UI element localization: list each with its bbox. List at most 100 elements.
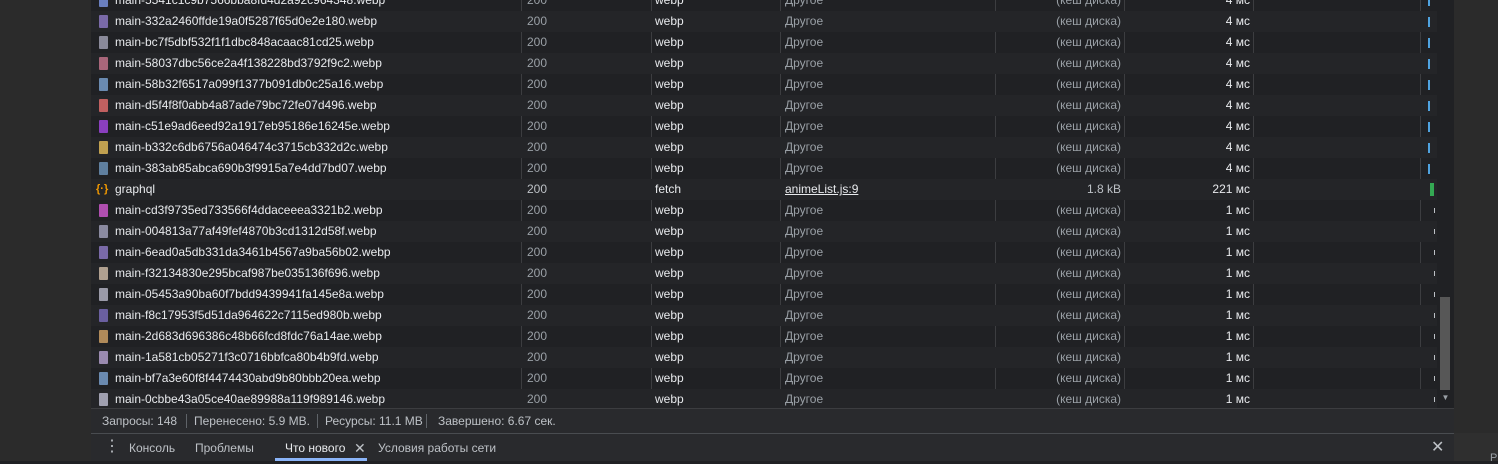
request-row[interactable]: main-bf7a3e60f8f4474430abd9b80bbb20ea.we… <box>91 368 1437 389</box>
waterfall-bar <box>1428 122 1430 132</box>
request-size: (кеш диска) <box>1056 98 1121 112</box>
request-initiator: Другое <box>785 56 824 70</box>
request-time: 4 мс <box>1225 0 1250 7</box>
request-row[interactable]: main-383ab85abca690b3f9915a7e4dd7bd07.we… <box>91 158 1437 179</box>
waterfall-cell <box>1421 11 1435 32</box>
image-thumbnail-icon <box>99 246 108 259</box>
request-name: main-d5f4f8f0abb4a87ade79bc72fe07d496.we… <box>115 98 377 112</box>
network-panel: main-5541c1c9b7566bba8fd4d2a92c964348.we… <box>91 0 1454 461</box>
more-tools-icon[interactable]: ⋮ <box>104 434 120 461</box>
request-time: 1 мс <box>1225 329 1250 343</box>
waterfall-cell <box>1421 389 1435 408</box>
request-type: webp <box>655 203 684 217</box>
request-type: webp <box>655 140 684 154</box>
close-tab-icon[interactable]: ✕ <box>354 434 366 461</box>
waterfall-cell <box>1421 95 1435 116</box>
request-row[interactable]: main-d5f4f8f0abb4a87ade79bc72fe07d496.we… <box>91 95 1437 116</box>
request-row[interactable]: main-b332c6db6756a046474c3715cb332d2c.we… <box>91 137 1437 158</box>
image-thumbnail-icon <box>99 78 108 91</box>
waterfall-bar <box>1434 397 1435 402</box>
request-status: 200 <box>527 56 548 70</box>
waterfall-cell <box>1421 263 1435 284</box>
request-type: webp <box>655 119 684 133</box>
request-type: webp <box>655 56 684 70</box>
request-name: main-58037dbc56ce2a4f138228bd3792f9c2.we… <box>115 56 382 70</box>
image-thumbnail-icon <box>99 204 108 217</box>
request-row[interactable]: main-1a581cb05271f3c0716bbfca80b4b9fd.we… <box>91 347 1437 368</box>
request-initiator: Другое <box>785 161 824 175</box>
tab-issues[interactable]: Проблемы <box>195 434 254 461</box>
request-row[interactable]: main-332a2460ffde19a0f5287f65d0e2e180.we… <box>91 11 1437 32</box>
waterfall-bar <box>1428 80 1430 90</box>
request-time: 1 мс <box>1225 287 1250 301</box>
request-name: main-2d683d696386c48b66fcd8fdc76a14ae.we… <box>115 329 382 343</box>
request-row[interactable]: main-6ead0a5db331da3461b4567a9ba56b02.we… <box>91 242 1437 263</box>
request-row[interactable]: main-bc7f5dbf532f1f1dbc848acaac81cd25.we… <box>91 32 1437 53</box>
request-initiator: Другое <box>785 35 824 49</box>
image-thumbnail-icon <box>99 141 108 154</box>
initiator-link[interactable]: animeList.js:9 <box>785 182 858 196</box>
request-size: (кеш диска) <box>1056 203 1121 217</box>
image-thumbnail-icon <box>99 288 108 301</box>
request-row[interactable]: main-004813a77af49fef4870b3cd1312d58f.we… <box>91 221 1437 242</box>
waterfall-bar <box>1434 292 1435 297</box>
request-row[interactable]: main-0cbbe43a05ce40ae89988a119f989146.we… <box>91 389 1437 408</box>
finish-time: Завершено: 6.67 сек. <box>438 414 556 428</box>
waterfall-cell <box>1421 326 1435 347</box>
request-initiator: Другое <box>785 266 824 280</box>
request-row[interactable]: main-f8c17953f5d51da964622c7115ed980b.we… <box>91 305 1437 326</box>
request-name: graphql <box>115 182 156 196</box>
waterfall-bar <box>1428 59 1430 69</box>
request-name: main-383ab85abca690b3f9915a7e4dd7bd07.we… <box>115 161 387 175</box>
image-thumbnail-icon <box>99 309 108 322</box>
waterfall-bar <box>1428 38 1430 48</box>
request-row[interactable]: main-f32134830e295bcaf987be035136f696.we… <box>91 263 1437 284</box>
request-name: main-bf7a3e60f8f4474430abd9b80bbb20ea.we… <box>115 371 381 385</box>
request-initiator: Другое <box>785 308 824 322</box>
request-time: 4 мс <box>1225 77 1250 91</box>
close-drawer-icon[interactable]: ✕ <box>1431 434 1444 461</box>
waterfall-cell <box>1421 221 1435 242</box>
waterfall-bar <box>1434 313 1435 318</box>
request-status: 200 <box>527 161 548 175</box>
request-type: webp <box>655 287 684 301</box>
request-initiator: Другое <box>785 371 824 385</box>
scroll-down-arrow[interactable]: ▼ <box>1437 390 1454 406</box>
request-status: 200 <box>527 140 548 154</box>
request-row[interactable]: main-c51e9ad6eed92a1917eb95186e16245e.we… <box>91 116 1437 137</box>
image-thumbnail-icon <box>99 36 108 49</box>
drawer-tabbar: ⋮ Консоль Проблемы Что нового ✕ Условия … <box>91 433 1454 461</box>
waterfall-bar <box>1428 143 1430 153</box>
request-type: fetch <box>655 182 682 196</box>
waterfall-bar <box>1434 229 1435 234</box>
request-row[interactable]: main-05453a90ba60f7bdd9439941fa145e8a.we… <box>91 284 1437 305</box>
image-thumbnail-icon <box>99 99 108 112</box>
request-row[interactable]: main-cd3f9735ed733566f4ddaceeea3321b2.we… <box>91 200 1437 221</box>
request-row[interactable]: main-58037dbc56ce2a4f138228bd3792f9c2.we… <box>91 53 1437 74</box>
tab-network-conditions[interactable]: Условия работы сети <box>378 434 496 461</box>
waterfall-bar <box>1434 355 1435 360</box>
request-status: 200 <box>527 266 548 280</box>
request-time: 4 мс <box>1225 14 1250 28</box>
resources-size: Ресурсы: 11.1 MB <box>325 414 423 428</box>
tab-console[interactable]: Консоль <box>129 434 175 461</box>
right-background <box>1454 0 1498 461</box>
request-type: webp <box>655 329 684 343</box>
request-row[interactable]: main-58b32f6517a099f1377b091db0c25a16.we… <box>91 74 1437 95</box>
request-initiator: Другое <box>785 0 824 7</box>
request-row[interactable]: main-5541c1c9b7566bba8fd4d2a92c964348.we… <box>91 0 1437 11</box>
request-initiator: Другое <box>785 287 824 301</box>
tab-whats-new[interactable]: Что нового <box>285 434 345 461</box>
request-name: main-1a581cb05271f3c0716bbfca80b4b9fd.we… <box>115 350 379 364</box>
request-time: 1 мс <box>1225 350 1250 364</box>
waterfall-cell <box>1421 242 1435 263</box>
request-status: 200 <box>527 371 548 385</box>
request-row[interactable]: main-2d683d696386c48b66fcd8fdc76a14ae.we… <box>91 326 1437 347</box>
scrollbar-thumb[interactable] <box>1440 297 1450 390</box>
request-type: webp <box>655 0 684 7</box>
request-row[interactable]: {·} graphql 200 fetch animeList.js:9 1.8 kB 22… <box>91 179 1437 200</box>
summary-separator <box>426 414 427 428</box>
request-initiator: Другое <box>785 245 824 259</box>
waterfall-bar <box>1434 271 1435 276</box>
request-size: (кеш диска) <box>1056 0 1121 7</box>
